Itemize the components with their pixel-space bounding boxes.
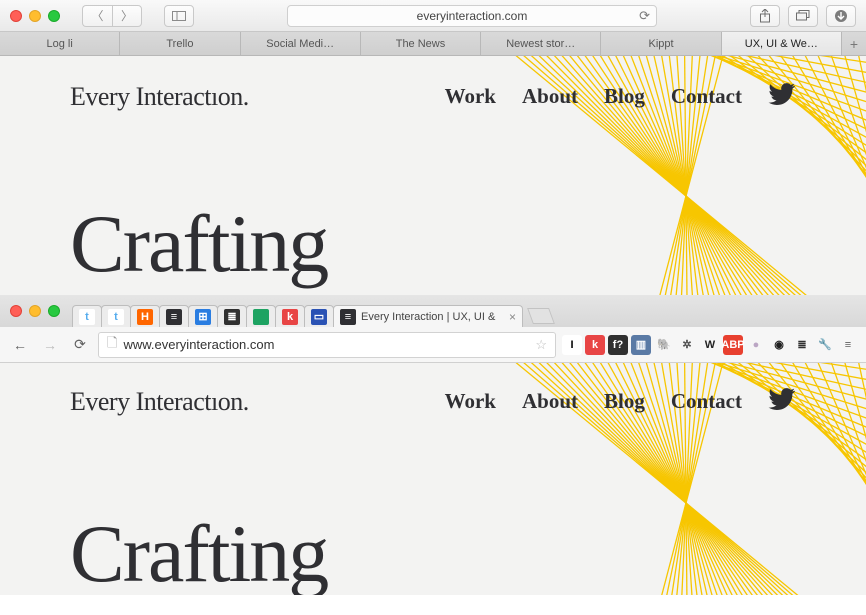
nav-blog[interactable]: Blog [604, 84, 645, 109]
extension-button[interactable]: 🔧 [815, 335, 835, 355]
back-button[interactable]: 〈 [82, 5, 112, 27]
close-window-button[interactable] [10, 10, 22, 22]
favicon-icon: k [282, 309, 298, 325]
close-tab-icon[interactable]: × [509, 310, 516, 324]
hero-text: Crafting [0, 203, 866, 285]
sidebar-icon [172, 11, 186, 21]
new-tab-button[interactable]: + [842, 32, 866, 55]
extension-button[interactable]: ≣ [792, 335, 812, 355]
extension-button[interactable]: W [700, 335, 720, 355]
tab-title: Every Interaction | UX, UI & [361, 311, 495, 323]
share-button[interactable] [750, 5, 780, 27]
extension-button[interactable]: ◉ [769, 335, 789, 355]
pinned-tab[interactable]: ≡ [159, 305, 189, 327]
chrome-window: ttH≡⊞≣■k▭ ≡ Every Interaction | UX, UI &… [0, 295, 866, 595]
extension-button[interactable]: ▥ [631, 335, 651, 355]
page-icon: 🗋 [107, 334, 117, 356]
nav-contact[interactable]: Contact [671, 84, 742, 109]
safari-tab[interactable]: Trello [120, 32, 240, 55]
favicon-icon: ≡ [166, 309, 182, 325]
pinned-tab[interactable]: ▭ [304, 305, 334, 327]
sidebar-button[interactable] [164, 5, 194, 27]
window-controls [10, 10, 60, 22]
reload-button[interactable]: ⟳ [68, 333, 92, 357]
download-icon [834, 9, 848, 23]
favicon-icon: t [108, 309, 124, 325]
twitter-icon[interactable] [768, 385, 796, 418]
extension-button[interactable]: k [585, 335, 605, 355]
url-text: www.everyinteraction.com [123, 337, 274, 352]
tab-active[interactable]: ≡ Every Interaction | UX, UI & × [333, 305, 523, 327]
forward-button[interactable]: 〉 [112, 5, 142, 27]
site-logo[interactable]: Every Interactıon. [70, 387, 249, 417]
safari-tab[interactable]: The News [361, 32, 481, 55]
back-button[interactable]: ← [8, 333, 32, 357]
favicon-icon: ≣ [224, 309, 240, 325]
address-bar[interactable]: 🗋 www.everyinteraction.com ☆ [98, 332, 556, 358]
site-nav: Work About Blog Contact [445, 385, 796, 418]
safari-toolbar: 〈 〉 everyinteraction.com ⟳ [0, 0, 866, 32]
chrome-toolbar: ← → ⟳ 🗋 www.everyinteraction.com ☆ Ikf?▥… [0, 327, 866, 363]
favicon-icon: ≡ [340, 309, 356, 325]
site-nav: Work About Blog Contact [445, 80, 796, 113]
pinned-tab[interactable]: k [275, 305, 305, 327]
hero-text: Crafting [0, 513, 866, 595]
close-window-button[interactable] [10, 305, 22, 317]
downloads-button[interactable] [826, 5, 856, 27]
pinned-tab[interactable]: t [101, 305, 131, 327]
tabs-button[interactable] [788, 5, 818, 27]
pinned-tab[interactable]: H [130, 305, 160, 327]
nav-contact[interactable]: Contact [671, 389, 742, 414]
favicon-icon: t [79, 309, 95, 325]
safari-tab[interactable]: Log li [0, 32, 120, 55]
forward-button[interactable]: → [38, 333, 62, 357]
fullscreen-window-button[interactable] [48, 305, 60, 317]
extension-button[interactable]: ✲ [677, 335, 697, 355]
bookmark-star-icon[interactable]: ☆ [535, 337, 547, 353]
favicon-icon: H [137, 309, 153, 325]
nav-blog[interactable]: Blog [604, 389, 645, 414]
safari-window: 〈 〉 everyinteraction.com ⟳ Log liTrelloS… [0, 0, 866, 295]
nav-about[interactable]: About [522, 84, 578, 109]
safari-tab[interactable]: UX, UI & We… [722, 32, 842, 55]
minimize-window-button[interactable] [29, 10, 41, 22]
nav-work[interactable]: Work [445, 84, 496, 109]
extension-button[interactable]: ABP [723, 335, 743, 355]
safari-tab[interactable]: Kippt [601, 32, 721, 55]
minimize-window-button[interactable] [29, 305, 41, 317]
favicon-icon: ⊞ [195, 309, 211, 325]
nav-work[interactable]: Work [445, 389, 496, 414]
site-logo[interactable]: Every Interactıon. [70, 82, 249, 112]
fullscreen-window-button[interactable] [48, 10, 60, 22]
site-viewport-safari: Every Interactıon. Work About Blog Conta… [0, 56, 866, 295]
extension-button[interactable]: ● [746, 335, 766, 355]
new-tab-button[interactable] [527, 308, 555, 324]
site-viewport-chrome: Every Interactıon. Work About Blog Conta… [0, 363, 866, 595]
nav-back-forward: 〈 〉 [82, 5, 142, 27]
pinned-tab[interactable]: ≣ [217, 305, 247, 327]
favicon-icon: ■ [253, 309, 269, 325]
pinned-tab[interactable]: ■ [246, 305, 276, 327]
extension-button[interactable]: f? [608, 335, 628, 355]
address-bar[interactable]: everyinteraction.com ⟳ [287, 5, 657, 27]
extension-button[interactable]: I [562, 335, 582, 355]
pinned-tab[interactable]: t [72, 305, 102, 327]
pinned-tab[interactable]: ⊞ [188, 305, 218, 327]
reload-icon[interactable]: ⟳ [639, 8, 650, 24]
share-icon [759, 9, 771, 23]
window-controls [10, 305, 60, 317]
extension-button[interactable]: 🐘 [654, 335, 674, 355]
nav-about[interactable]: About [522, 389, 578, 414]
safari-tab[interactable]: Newest stor… [481, 32, 601, 55]
safari-tab[interactable]: Social Medi… [241, 32, 361, 55]
safari-tab-bar: Log liTrelloSocial Medi…The NewsNewest s… [0, 32, 866, 56]
favicon-icon: ▭ [311, 309, 327, 325]
extension-row: Ikf?▥🐘✲WABP●◉≣🔧≡ [562, 335, 858, 355]
extension-button[interactable]: ≡ [838, 335, 858, 355]
chrome-tab-strip: ttH≡⊞≣■k▭ ≡ Every Interaction | UX, UI &… [0, 295, 866, 327]
url-text: everyinteraction.com [417, 9, 528, 23]
tabs-icon [796, 10, 810, 21]
twitter-icon[interactable] [768, 80, 796, 113]
